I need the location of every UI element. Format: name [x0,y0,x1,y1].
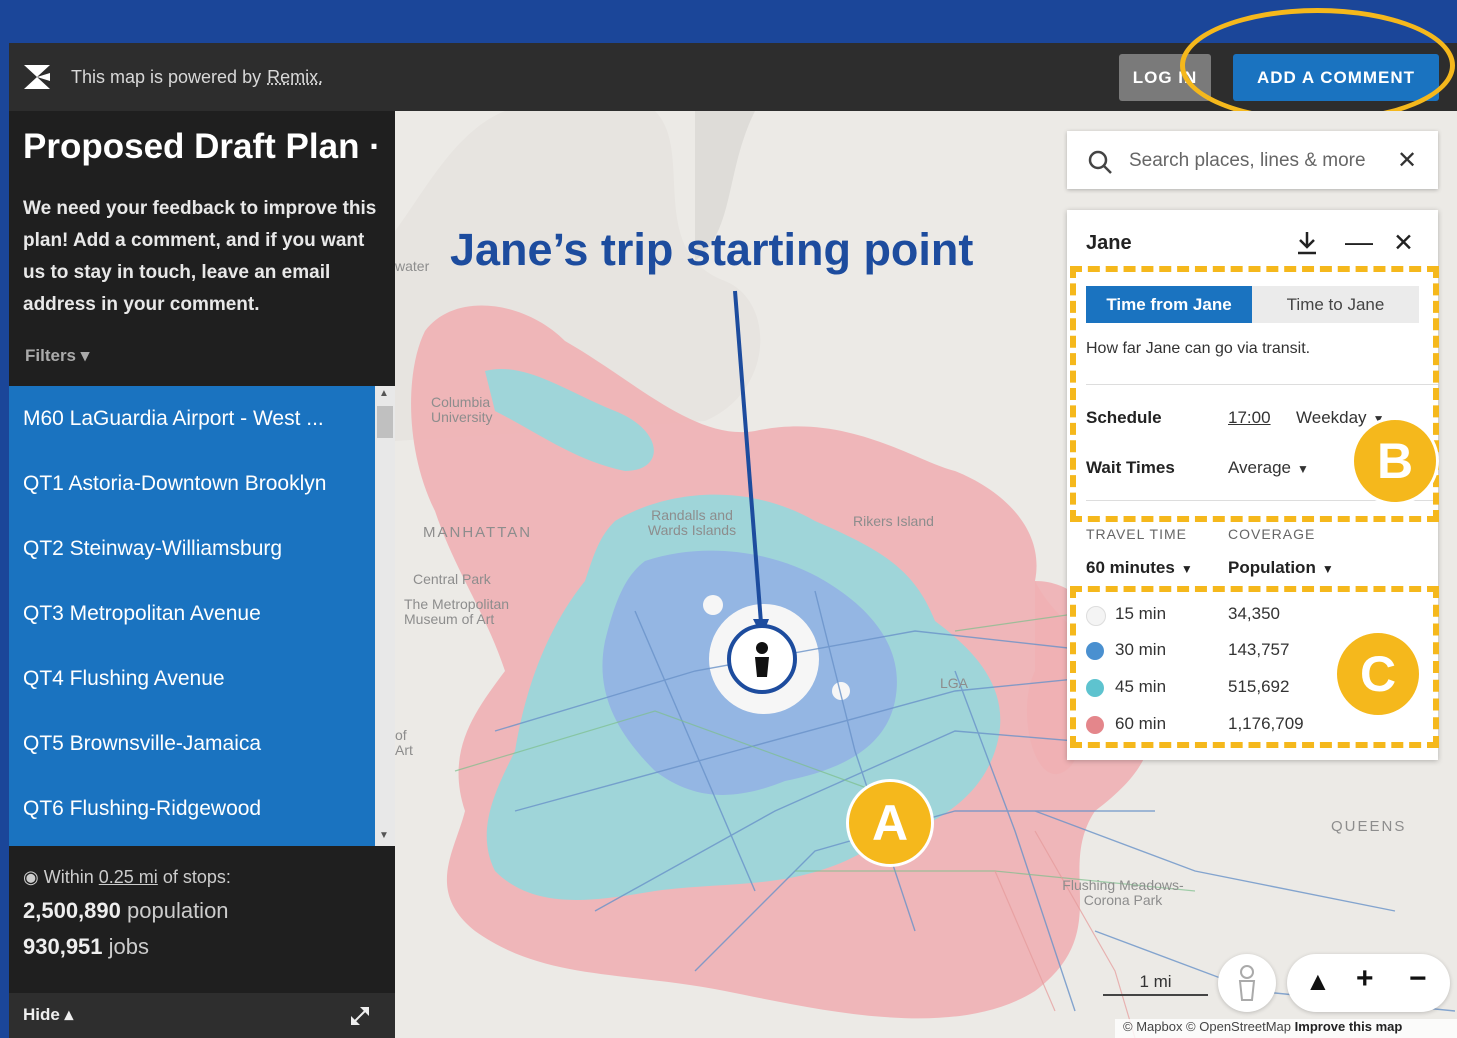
download-icon[interactable] [1295,230,1319,256]
plan-description: We need your feedback to improve this pl… [23,198,377,315]
map-label-met: The Metropolitan Museum of Art [404,596,510,627]
route-item[interactable]: QT5 Brownsville-Jamaica [9,711,375,776]
jobs-label: jobs [108,934,150,959]
map-label-water: water [395,258,430,274]
map-label-rikers: Rikers Island [853,513,934,529]
callout-marker-b: B [1351,417,1439,505]
map-label-queens: QUEENS [1331,818,1407,835]
jobs-value: 930,951 [23,934,103,959]
travel-time-value: 60 minutes [1086,558,1175,577]
filters-dropdown[interactable]: Filters ▾ [25,346,89,366]
map-label-randalls: Randalls and Wards Islands [647,507,737,538]
scrollbar-thumb[interactable] [377,406,393,438]
eye-icon: ◉ [23,867,39,887]
route-list: M60 LaGuardia Airport - West ... QT1 Ast… [9,386,375,846]
map-label-columbia: Columbia University [431,394,493,425]
map-label-manhattan: MANHATTAN [423,524,533,541]
route-item[interactable]: QT3 Metropolitan Avenue [9,581,375,646]
population-label: population [127,898,229,923]
hide-bar: Hide ▴ [9,993,395,1038]
improve-map-link[interactable]: Improve this map [1295,1019,1403,1034]
callout-marker-c: C [1334,630,1422,718]
route-list-scrollbar[interactable]: ▲ ▼ [375,386,395,846]
callout-marker-a: A [846,779,934,867]
travel-time-caption: TRAVEL TIME [1086,526,1187,542]
search-box[interactable]: Search places, lines & more ✕ [1067,131,1438,189]
annotation-title: Jane’s trip starting point [450,224,974,275]
zoom-out-button[interactable]: − [1409,962,1427,996]
hide-label: Hide [23,1005,60,1024]
chevron-down-icon: ▼ [1180,562,1193,576]
travel-time-select[interactable]: 60 minutes ▼ [1086,558,1193,578]
expand-icon[interactable] [351,1007,369,1025]
page-title: Proposed Draft Plan · [23,127,381,166]
panel-title: Jane [1086,232,1132,254]
close-icon[interactable]: ✕ [1397,146,1417,175]
chevron-down-icon: ▼ [1321,562,1334,576]
person-icon-body [755,657,769,677]
coverage-caption: COVERAGE [1228,526,1316,542]
route-item[interactable]: QT4 Flushing Avenue [9,646,375,711]
coverage-stats: ◉ Within 0.25 mi of stops: 2,500,890 pop… [23,867,231,970]
minimize-icon[interactable]: — [1345,226,1373,258]
within-suffix: of stops: [162,867,231,887]
powered-by-label: This map is powered by [71,67,262,87]
isochrone-15-min-dot [703,595,723,615]
chevron-down-icon: ▾ [80,346,90,365]
highlight-ellipse [1180,8,1455,123]
map-attribution: © Mapbox © OpenStreetMap Improve this ma… [1115,1019,1457,1038]
within-prefix: Within [43,867,94,887]
sidebar: Proposed Draft Plan · We need your feedb… [9,111,395,1038]
scroll-up-icon[interactable]: ▲ [379,388,389,399]
coverage-value: Population [1228,558,1316,577]
powered-by-text: This map is powered by Remix. [71,67,323,88]
route-item[interactable]: QT6 Flushing-Ridgewood [9,776,375,841]
remix-link[interactable]: Remix. [267,67,323,87]
chevron-up-icon: ▴ [64,1005,74,1024]
filters-label: Filters [25,346,77,365]
person-icon-head [756,642,768,654]
route-item[interactable]: QT1 Astoria-Downtown Brooklyn [9,451,375,516]
route-item[interactable]: M60 LaGuardia Airport - West ... [9,386,375,451]
scroll-down-icon[interactable]: ▼ [379,830,389,841]
close-icon[interactable]: ✕ [1393,228,1414,258]
search-input[interactable]: Search places, lines & more [1129,150,1366,172]
person-icon [1238,965,1256,1001]
map-scale: 1 mi [1103,972,1208,996]
coverage-select[interactable]: Population ▼ [1228,558,1334,578]
map-controls: ▲ + − [1287,954,1450,1012]
attribution-text[interactable]: © Mapbox © OpenStreetMap [1123,1019,1291,1034]
map-label-flushing: Flushing Meadows-Corona Park [1062,877,1184,908]
search-icon [1088,150,1112,174]
remix-logo-icon [24,65,50,89]
distance-selector[interactable]: 0.25 mi [99,867,158,887]
zoom-in-button[interactable]: + [1356,962,1374,996]
route-item[interactable]: QT2 Steinway-Williamsburg [9,516,375,581]
population-value: 2,500,890 [23,898,121,923]
map-label-of-art: of Art [395,727,413,758]
map-label-lga: LGA [940,675,969,691]
map-label-central-park: Central Park [413,571,491,587]
hide-button[interactable]: Hide ▴ [23,1005,73,1025]
compass-icon[interactable]: ▲ [1305,966,1331,997]
pegman-button[interactable] [1218,954,1276,1012]
